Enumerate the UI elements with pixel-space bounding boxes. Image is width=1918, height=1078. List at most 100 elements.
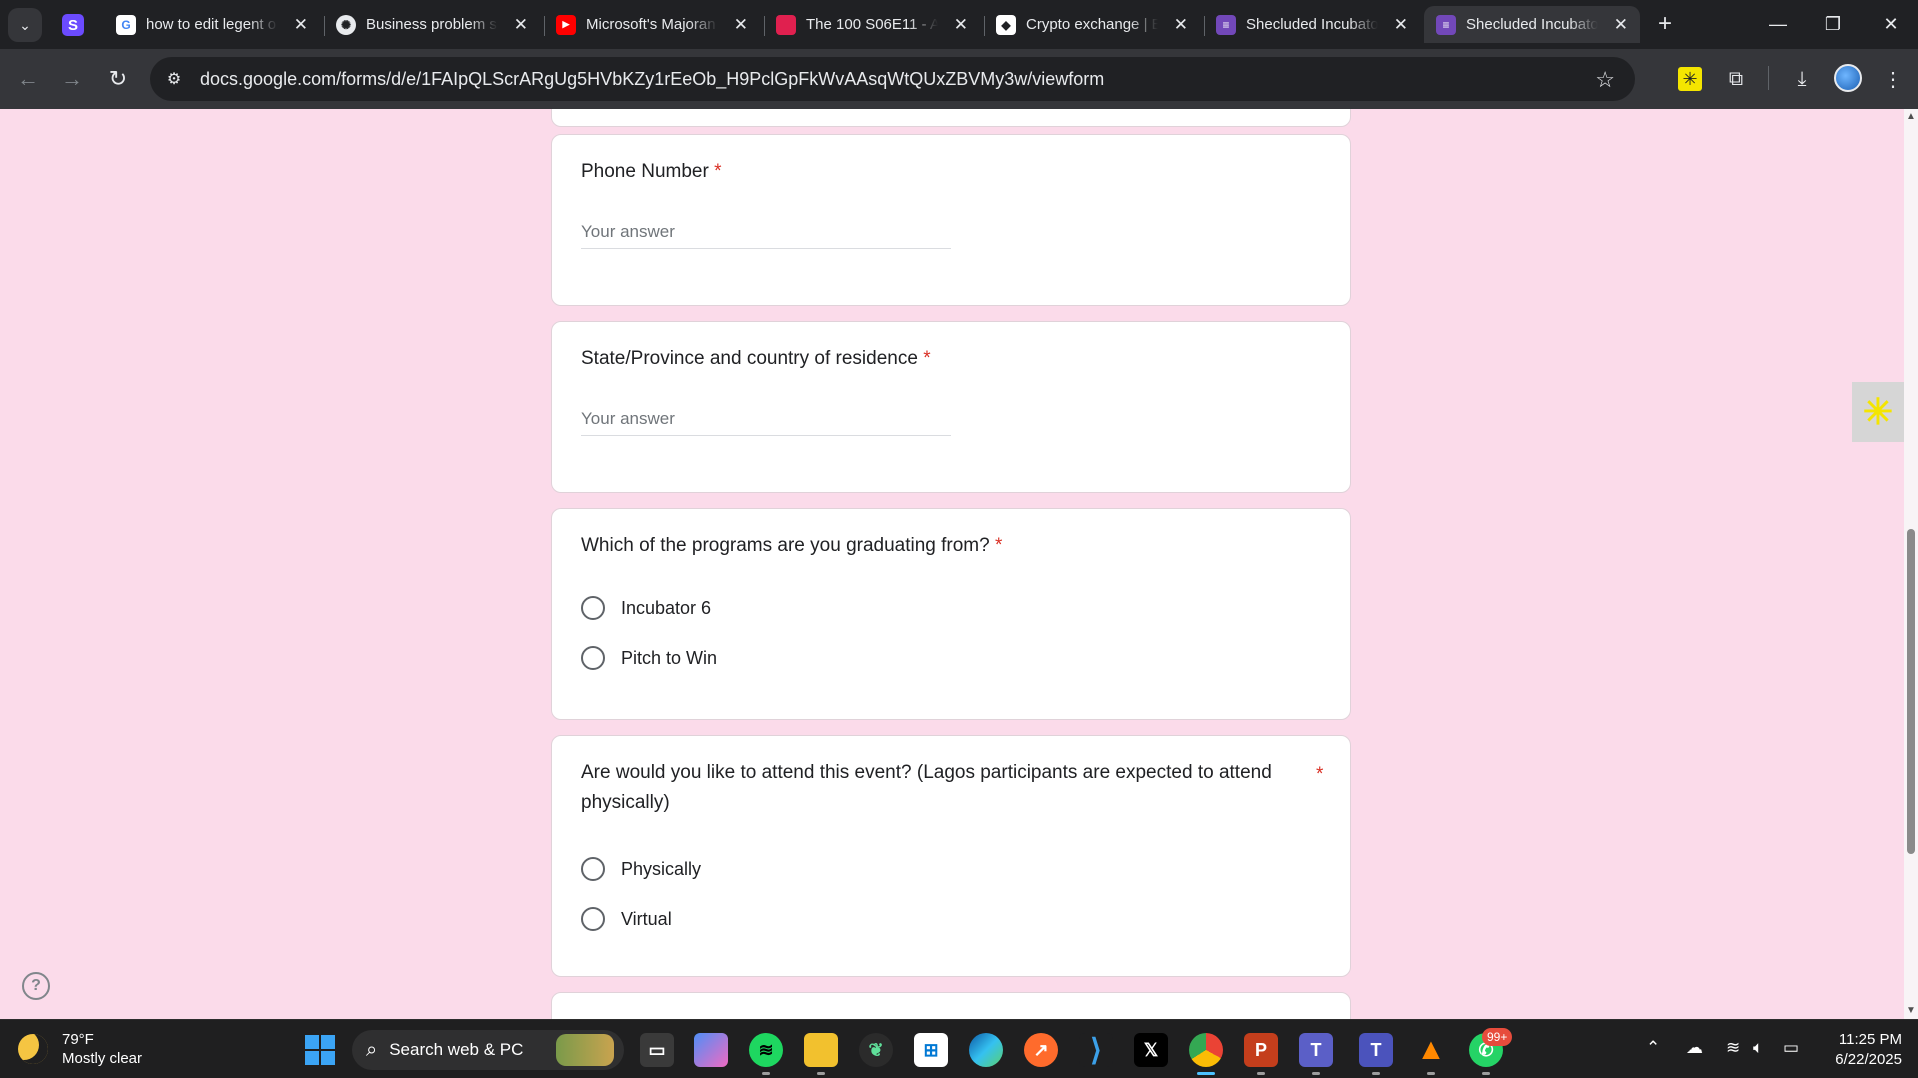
- radio-option-physically[interactable]: Physically: [581, 857, 701, 881]
- radio-label[interactable]: Physically: [621, 859, 701, 880]
- file-explorer-icon[interactable]: [804, 1033, 838, 1067]
- postman-icon[interactable]: ↗: [1024, 1033, 1058, 1067]
- x-app-icon[interactable]: 𝕏: [1134, 1033, 1168, 1067]
- tab-title: Shecluded Incubato: [1466, 16, 1598, 33]
- back-button[interactable]: ←: [12, 63, 44, 95]
- scroll-thumb[interactable]: [1907, 529, 1915, 854]
- radio-option-pitch-to-win[interactable]: Pitch to Win: [581, 646, 717, 670]
- windows-start-icon[interactable]: [305, 1035, 335, 1065]
- teams-icon[interactable]: T: [1299, 1033, 1333, 1067]
- teams-work-icon[interactable]: T: [1359, 1033, 1393, 1067]
- tab-6[interactable]: ≡ Shecluded Incubato ✕: [1204, 6, 1420, 43]
- google-icon: G: [116, 14, 136, 35]
- arrow-left-icon: ←: [17, 66, 39, 91]
- pinned-tab[interactable]: S: [60, 12, 86, 38]
- close-tab-icon[interactable]: ✕: [294, 15, 308, 35]
- site-info-icon[interactable]: ⚙: [162, 69, 186, 89]
- volume-icon[interactable]: 🔈︎: [1753, 1038, 1763, 1058]
- close-tab-icon[interactable]: ✕: [514, 15, 528, 35]
- page-scrollbar[interactable]: ▲ ▼: [1904, 109, 1918, 1019]
- minimize-button[interactable]: —: [1758, 8, 1798, 40]
- forward-button[interactable]: →: [56, 63, 88, 95]
- tab-title: Business problem so: [366, 16, 498, 33]
- radio-option-incubator-6[interactable]: Incubator 6: [581, 596, 711, 620]
- radio-option-virtual[interactable]: Virtual: [581, 907, 672, 931]
- reload-button[interactable]: ↻: [102, 63, 134, 95]
- required-asterisk: *: [995, 535, 1003, 556]
- moon-weather-icon: [18, 1034, 48, 1064]
- question-card-phone: Phone Number *: [551, 134, 1351, 306]
- required-asterisk: *: [1316, 764, 1324, 785]
- wifi-icon[interactable]: ≋: [1726, 1038, 1740, 1058]
- vscode-icon[interactable]: ⟩: [1079, 1033, 1113, 1067]
- plus-icon: +: [1657, 10, 1672, 37]
- bookmark-star-icon[interactable]: ☆: [1595, 67, 1615, 93]
- required-asterisk: *: [923, 348, 931, 369]
- download-icon[interactable]: ⤓: [1788, 65, 1816, 93]
- tab-3[interactable]: ▶ Microsoft's Majoran ✕: [544, 6, 760, 43]
- scroll-down-arrow-icon[interactable]: ▼: [1906, 1005, 1916, 1017]
- clock-time: 11:25 PM: [1838, 1031, 1902, 1048]
- weather-widget[interactable]: 79°F Mostly clear: [18, 1030, 142, 1068]
- copilot-icon[interactable]: [694, 1033, 728, 1067]
- tab-7-active[interactable]: ≡ Shecluded Incubato ✕: [1424, 6, 1640, 43]
- tab-search-button[interactable]: ⌄: [8, 8, 42, 42]
- url-text[interactable]: docs.google.com/forms/d/e/1FAIpQLScrARgU…: [200, 69, 1104, 90]
- question-card-program: Which of the programs are you graduating…: [551, 508, 1351, 720]
- microsoft-store-icon[interactable]: ⊞: [914, 1033, 948, 1067]
- extension-yellow-icon[interactable]: ✳: [1678, 67, 1702, 91]
- taskbar-clock[interactable]: 11:25 PM 6/22/2025: [1820, 1030, 1902, 1070]
- close-tab-icon[interactable]: ✕: [954, 15, 968, 35]
- phone-number-input[interactable]: [581, 215, 951, 249]
- close-tab-icon[interactable]: ✕: [734, 15, 748, 35]
- tab-5[interactable]: ◆ Crypto exchange | B ✕: [984, 6, 1200, 43]
- profile-avatar[interactable]: [1834, 64, 1862, 92]
- chevron-down-icon: ⌄: [19, 16, 31, 33]
- onedrive-icon[interactable]: ☁: [1686, 1038, 1703, 1058]
- extensions-puzzle-icon[interactable]: ⧉: [1722, 65, 1750, 93]
- state-country-input[interactable]: [581, 402, 951, 436]
- minimize-icon: —: [1769, 13, 1787, 34]
- powerpoint-icon[interactable]: P: [1244, 1033, 1278, 1067]
- required-asterisk: *: [714, 161, 722, 182]
- close-window-button[interactable]: ✕: [1871, 8, 1911, 40]
- new-tab-button[interactable]: +: [1650, 9, 1680, 39]
- clock-date: 6/22/2025: [1835, 1051, 1902, 1068]
- tab-2[interactable]: ✺ Business problem so ✕: [324, 6, 540, 43]
- radio-label[interactable]: Pitch to Win: [621, 648, 717, 669]
- weather-temperature: 79°F: [62, 1031, 94, 1048]
- close-tab-icon[interactable]: ✕: [1394, 15, 1408, 35]
- help-icon[interactable]: ?: [22, 972, 50, 1000]
- radio-button[interactable]: [581, 596, 605, 620]
- side-extension-widget[interactable]: ✳: [1852, 382, 1904, 442]
- scroll-up-arrow-icon[interactable]: ▲: [1906, 111, 1916, 123]
- radio-button[interactable]: [581, 857, 605, 881]
- tab-4[interactable]: The 100 S06E11 - Al ✕: [764, 6, 980, 43]
- tab-1[interactable]: G how to edit legent o ✕: [104, 6, 320, 43]
- tab-strip: ⌄ S G how to edit legent o ✕ ✺ Business …: [0, 0, 1918, 49]
- question-label: Are would you like to attend this event?…: [581, 762, 1272, 813]
- spotify-icon[interactable]: ≋: [749, 1033, 783, 1067]
- toolbar-divider: [1768, 66, 1769, 90]
- google-forms-icon: ≡: [1436, 14, 1456, 35]
- form-page: Phone Number * State/Province and countr…: [0, 109, 1904, 1019]
- radio-label[interactable]: Virtual: [621, 909, 672, 930]
- more-menu-icon[interactable]: ⋮: [1879, 65, 1907, 93]
- radio-button[interactable]: [581, 907, 605, 931]
- taskbar-search[interactable]: ⌕ Search web & PC: [352, 1030, 624, 1070]
- task-view-icon[interactable]: ▭: [640, 1033, 674, 1067]
- chevron-up-icon[interactable]: ⌃: [1646, 1038, 1660, 1058]
- radio-button[interactable]: [581, 646, 605, 670]
- address-bar[interactable]: ⚙ docs.google.com/forms/d/e/1FAIpQLScrAR…: [150, 57, 1635, 101]
- video-site-icon: [776, 14, 796, 35]
- radio-label[interactable]: Incubator 6: [621, 598, 711, 619]
- restore-button[interactable]: ❐: [1813, 8, 1853, 40]
- vlc-icon[interactable]: ▲: [1414, 1033, 1448, 1067]
- close-tab-icon[interactable]: ✕: [1614, 15, 1628, 35]
- battery-icon[interactable]: ▭: [1783, 1038, 1799, 1058]
- close-tab-icon[interactable]: ✕: [1174, 15, 1188, 35]
- question-card-attendance: Are would you like to attend this event?…: [551, 735, 1351, 977]
- chrome-icon[interactable]: [1189, 1033, 1223, 1067]
- mongodb-compass-icon[interactable]: ❦: [859, 1033, 893, 1067]
- edge-icon[interactable]: [969, 1033, 1003, 1067]
